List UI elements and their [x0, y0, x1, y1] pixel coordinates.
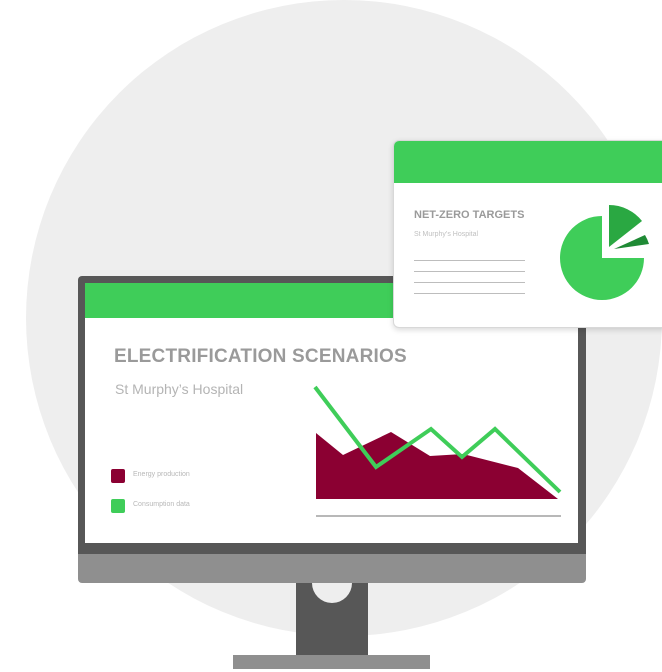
card-subtitle: St Murphy’s Hospital [414, 231, 479, 238]
energy-production-area [316, 432, 558, 499]
card-text-line [414, 293, 525, 294]
pie-chart-icon [560, 205, 649, 300]
card-text-line [414, 282, 525, 283]
net-zero-card: NET-ZERO TARGETS St Murphy’s Hospital [393, 140, 662, 328]
card-title: NET-ZERO TARGETS [414, 209, 525, 221]
card-text-line [414, 260, 525, 261]
monitor-stand-base [233, 655, 430, 669]
monitor-stand [296, 583, 368, 655]
monitor-bottom-bezel [78, 554, 586, 583]
card-text-line [414, 271, 525, 272]
card-header-bar [394, 141, 662, 183]
